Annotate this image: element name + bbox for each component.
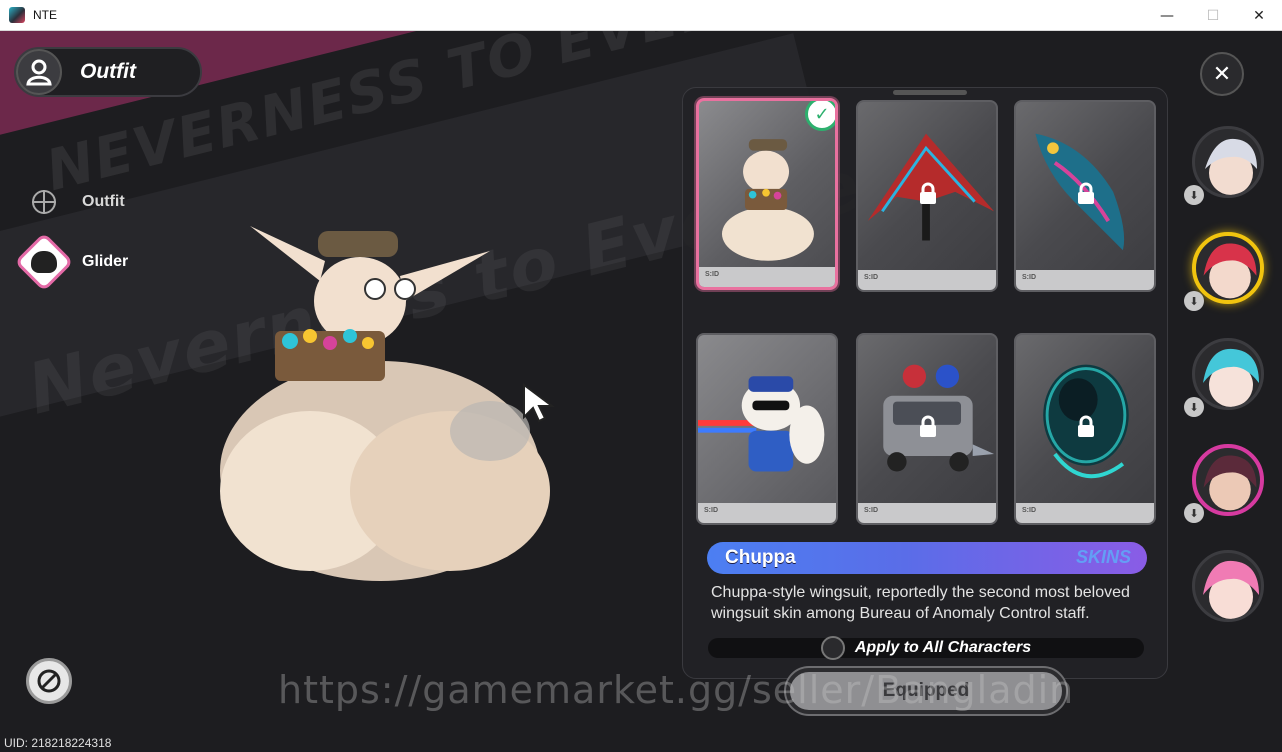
nav-item-glider[interactable]: Glider [14, 232, 129, 292]
card-footer: S:ID [1016, 270, 1154, 290]
character-avatar-5[interactable] [1192, 550, 1264, 622]
card-tag: S:ID [864, 507, 878, 514]
cursor-icon [523, 383, 555, 423]
card-tag: S:ID [1022, 507, 1036, 514]
download-icon[interactable]: ⬇ [1184, 185, 1204, 205]
download-icon[interactable]: ⬇ [1184, 503, 1204, 523]
skin-card-4[interactable]: S:ID [696, 333, 838, 525]
card-footer: S:ID [1016, 503, 1154, 523]
card-footer: S:ID [698, 503, 836, 523]
window-title: NTE [33, 8, 57, 22]
avatar-portrait [1203, 455, 1257, 511]
card-tag: S:ID [864, 274, 878, 281]
minimize-button[interactable]: — [1144, 0, 1190, 31]
card-footer: S:ID [699, 267, 835, 287]
skin-card-6[interactable]: S:ID [1014, 333, 1156, 525]
uid-label: UID: 218218224318 [4, 736, 112, 750]
card-tag: S:ID [1022, 274, 1036, 281]
download-icon[interactable]: ⬇ [1184, 291, 1204, 311]
page-title: Outfit [80, 60, 136, 83]
avatar-portrait [1203, 243, 1257, 299]
maximize-button[interactable]: ☐ [1190, 0, 1236, 31]
window-title-bar: NTE — ☐ ✕ [0, 0, 1282, 31]
skin-category: SKINS [1075, 547, 1131, 567]
person-icon [16, 49, 62, 95]
character-avatar-4[interactable] [1192, 444, 1264, 516]
character-avatar-1[interactable] [1192, 126, 1264, 198]
police-hamster-art [698, 376, 825, 472]
download-icon[interactable]: ⬇ [1184, 397, 1204, 417]
avatar-portrait [1205, 138, 1257, 195]
skin-card-3[interactable]: S:ID [1014, 100, 1156, 292]
skin-card-2[interactable]: S:ID [856, 100, 998, 292]
window-close-button[interactable]: ✕ [1236, 0, 1282, 31]
character-avatar-3[interactable] [1192, 338, 1264, 410]
avatar-portrait [1203, 560, 1259, 619]
window-controls: — ☐ ✕ [1144, 0, 1282, 31]
skin-name: Chuppa [725, 547, 796, 568]
apply-to-all-row[interactable]: Apply to All Characters [708, 636, 1144, 660]
card-tag: S:ID [705, 271, 719, 278]
skin-description: Chuppa-style wingsuit, reportedly the se… [711, 584, 1130, 622]
lock-icon [920, 182, 936, 204]
app-icon [9, 7, 25, 23]
panel-grip [893, 90, 967, 95]
prohibit-icon [37, 669, 61, 693]
nav-item-outfit[interactable]: Outfit [18, 176, 125, 228]
character-avatar-2[interactable] [1192, 232, 1264, 304]
card-tag: S:ID [704, 507, 718, 514]
nav-item-label: Outfit [82, 193, 125, 210]
lock-icon [1078, 415, 1094, 437]
game-viewport: NEVERNESS TO EVERNESS Neverness to Evern… [0, 31, 1282, 752]
skin-card-5[interactable]: S:ID [856, 333, 998, 525]
apply-to-all-checkbox[interactable] [820, 636, 845, 660]
close-button[interactable]: ✕ [1200, 52, 1244, 96]
skins-panel: S:ID ✓ S:ID S:ID S:ID S:ID S:ID Chuppa S… [682, 87, 1168, 679]
nav-item-label: Glider [82, 253, 129, 270]
outfit-header: Outfit [14, 47, 202, 97]
avatar-portrait [1203, 348, 1259, 407]
card-footer: S:ID [858, 270, 996, 290]
lock-icon [1078, 182, 1094, 204]
glider-preview-model[interactable] [190, 171, 570, 601]
apply-to-all-label: Apply to All Characters [854, 639, 1032, 656]
crosshair-icon [18, 176, 70, 228]
skin-card-chuppa[interactable]: S:ID ✓ [696, 98, 838, 290]
equipped-check-icon: ✓ [805, 101, 835, 131]
glider-icon [14, 232, 74, 292]
lock-icon [920, 415, 936, 437]
card-footer: S:ID [858, 503, 996, 523]
skin-name-bar: Chuppa SKINS [707, 542, 1147, 574]
hide-ui-button[interactable] [26, 658, 72, 704]
watermark-text: https://gamemarket.gg/seller/Bangladin [278, 668, 1075, 712]
